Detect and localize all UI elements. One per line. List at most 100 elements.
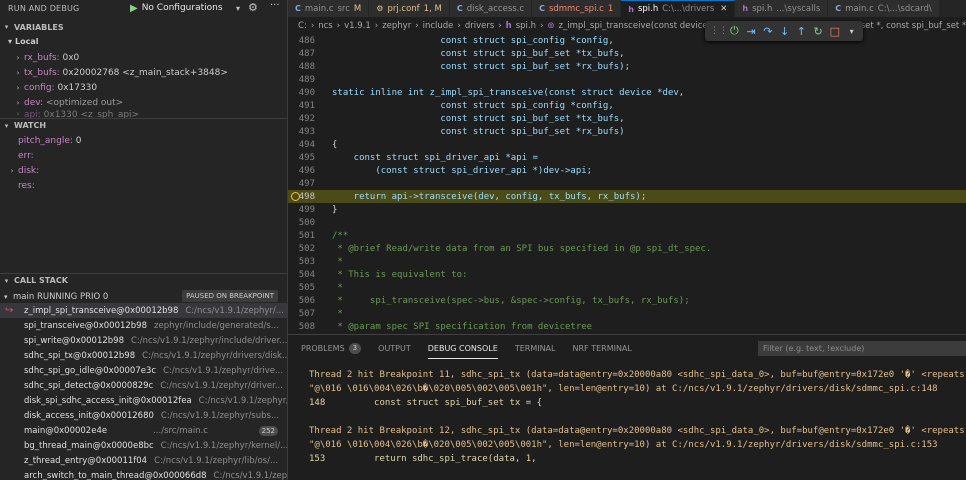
code-line[interactable]: 503 * xyxy=(288,255,966,268)
watch-section-header[interactable]: ▾ WATCH xyxy=(0,118,287,132)
line-number: 501 xyxy=(298,230,315,241)
tab-spi-h-syscalls[interactable]: h spi.h ...\syscalls xyxy=(735,0,829,17)
chevron-right-icon[interactable]: › xyxy=(6,167,18,175)
stack-frame[interactable]: sdhc_spi_tx@0x00012b98 C:/ncs/v1.9.1/zep… xyxy=(0,348,287,363)
chevron-right-icon[interactable]: › xyxy=(12,99,24,107)
breadcrumb-item[interactable]: ncs xyxy=(318,21,333,31)
stack-frame[interactable]: spi_transceive@0x00012b98 zephyr/include… xyxy=(0,318,287,333)
variables-section-header[interactable]: ▾ VARIABLES xyxy=(0,20,287,34)
stack-frame[interactable]: spi_write@0x00012b98 C:/ncs/v1.9.1/zephy… xyxy=(0,333,287,348)
tab-problems[interactable]: PROBLEMS 3 xyxy=(301,335,362,361)
code-editor[interactable]: 486 const struct spi_config *config, 487 … xyxy=(288,34,966,334)
line-number: 497 xyxy=(298,178,315,189)
tab-prj-conf[interactable]: ⚙ prj.conf 1, M xyxy=(369,0,450,17)
code-line[interactable]: 505 * xyxy=(288,281,966,294)
breadcrumb-item[interactable]: v1.9.1 xyxy=(344,21,371,31)
tab-nrf-terminal[interactable]: NRF TERMINAL xyxy=(573,335,632,361)
call-stack-section-header[interactable]: ▾ CALL STACK xyxy=(0,273,287,287)
code-line[interactable]: 508 * @param spec SPI specification from… xyxy=(288,320,966,333)
chevron-right-icon[interactable]: › xyxy=(12,54,24,62)
chevron-right-icon[interactable]: › xyxy=(12,69,24,77)
code-line[interactable]: 487 const struct spi_buf_set *tx_bufs, xyxy=(288,47,966,60)
code-line[interactable]: 507 * xyxy=(288,307,966,320)
code-line[interactable]: 501 /** xyxy=(288,229,966,242)
chevron-down-icon: ▾ xyxy=(4,121,9,130)
watch-row[interactable]: err: xyxy=(0,148,287,163)
variable-row[interactable]: › config: 0x17330 xyxy=(0,80,287,95)
start-debugging-icon[interactable]: ▶ xyxy=(130,3,138,14)
more-actions-icon[interactable]: ··· xyxy=(270,0,280,11)
chevron-right-icon[interactable]: › xyxy=(12,84,24,92)
line-number: 487 xyxy=(298,48,315,59)
watch-row[interactable]: pitch_angle: 0 xyxy=(0,133,287,148)
tab-spi-h-drivers[interactable]: h spi.h C:\...\drivers ✕ xyxy=(621,0,736,17)
code-line[interactable]: 489 xyxy=(288,73,966,86)
tab-debug-console[interactable]: DEBUG CONSOLE xyxy=(427,335,498,361)
configuration-dropdown[interactable]: ▶ No Configurations ▾ xyxy=(130,1,240,15)
tab-main-c-sdcard[interactable]: C main.c C:\...\sdcard\ xyxy=(828,0,940,17)
tab-disk-access-c[interactable]: C disk_access.c xyxy=(449,0,533,17)
tab-sdmmc-spi-c[interactable]: C sdmmc_spi.c 1 xyxy=(532,0,622,17)
breadcrumb-item[interactable]: drivers xyxy=(465,21,494,31)
chevron-down-icon[interactable]: ▾ xyxy=(236,4,240,13)
gear-icon[interactable]: ⚙ xyxy=(248,1,258,14)
watch-row[interactable]: › disk: xyxy=(0,163,287,178)
stack-frame[interactable]: bg_thread_main@0x0000e8bc C:/ncs/v1.9.1/… xyxy=(0,438,287,453)
stack-frame[interactable]: disk_access_init@0x00012680 C:/ncs/v1.9.… xyxy=(0,408,287,423)
line-number: 506 xyxy=(298,295,315,306)
breadcrumb-item[interactable]: zephyr xyxy=(382,21,411,31)
code-line[interactable]: 490 static inline int z_impl_spi_transcei… xyxy=(288,86,966,99)
stack-frame[interactable]: z_thread_entry@0x00011f04 C:/ncs/v1.9.1/… xyxy=(0,453,287,468)
breadcrumb-item[interactable]: C: xyxy=(298,21,307,31)
code-line[interactable]: 492 const struct spi_buf_set *tx_bufs, xyxy=(288,112,966,125)
tab-output[interactable]: OUTPUT xyxy=(378,335,411,361)
variable-row[interactable]: › tx_bufs: 0x20002768 <z_main_stack+3848… xyxy=(0,65,287,80)
code-line[interactable]: 502 * @brief Read/write data from an SPI… xyxy=(288,242,966,255)
variable-row[interactable]: › dev: <optimized out> xyxy=(0,95,287,110)
watch-name: pitch_angle: xyxy=(18,135,73,146)
watch-row[interactable]: res: xyxy=(0,178,287,193)
stack-frame[interactable]: sdhc_spi_go_idle@0x00007e3c C:/ncs/v1.9.… xyxy=(0,363,287,378)
local-scope[interactable]: ▾ Local xyxy=(8,37,39,46)
stack-frame[interactable]: main@0x00002e4e .../src/main.c 252 xyxy=(0,423,287,438)
code-line[interactable]: 494 { xyxy=(288,138,966,151)
breadcrumb-item[interactable]: include xyxy=(423,21,454,31)
breadcrumb-item[interactable]: spi.h xyxy=(516,21,536,31)
filter-input[interactable]: Filter (e.g. text, !exclude) xyxy=(758,341,966,356)
thread-row[interactable]: ▾ main RUNNING PRIO 0 PAUSED ON BREAKPOI… xyxy=(4,290,284,303)
stack-frame[interactable]: ↪ z_impl_spi_transceive@0x00012b98 C:/nc… xyxy=(0,303,287,318)
code-line[interactable]: 486 const struct spi_config *config, xyxy=(288,34,966,47)
breakpoint-icon[interactable] xyxy=(291,192,300,201)
line-text: const struct spi_buf_set *tx_bufs, xyxy=(332,113,625,124)
close-icon[interactable]: ✕ xyxy=(720,4,727,14)
current-line[interactable]: 498 return api->transceive(dev, config, … xyxy=(288,190,966,203)
watch-name: res: xyxy=(18,180,35,191)
stack-frame[interactable]: disk_spi_sdhc_access_init@0x00012fea C:/… xyxy=(0,393,287,408)
code-line[interactable]: 496 (const struct spi_driver_api *)dev->… xyxy=(288,164,966,177)
frame-path: zephyr/include/generated/s... xyxy=(154,320,279,331)
stack-frame[interactable]: arch_switch_to_main_thread@0x000066d8 C:… xyxy=(0,468,287,480)
code-line[interactable]: 491 const struct spi_config *config, xyxy=(288,99,966,112)
code-line[interactable]: 493 const struct spi_buf_set *rx_bufs) xyxy=(288,125,966,138)
chevron-right-icon: › xyxy=(457,20,461,31)
code-line[interactable]: 499} xyxy=(288,203,966,216)
line-number: 505 xyxy=(298,282,315,293)
variable-row[interactable]: › rx_bufs: 0x0 xyxy=(0,50,287,65)
code-line[interactable]: 504 * This is equivalent to: xyxy=(288,268,966,281)
tab-main-c-src[interactable]: C main.c src M xyxy=(288,0,370,17)
tab-terminal[interactable]: TERMINAL xyxy=(515,335,556,361)
line-number: 490 xyxy=(298,87,315,98)
code-line[interactable]: 497 xyxy=(288,177,966,190)
variable-row[interactable]: › api: 0x1330 <z_sph_api> xyxy=(0,110,287,118)
code-line[interactable]: 506 * spi_transceive(spec->bus, &spec->c… xyxy=(288,294,966,307)
c-file-icon: C xyxy=(835,4,842,13)
code-line[interactable]: 500 xyxy=(288,216,966,229)
chevron-right-icon[interactable]: › xyxy=(12,110,24,118)
frame-path: C:/ncs/v1.9.1/zephyr/lib/os/... xyxy=(154,455,279,466)
chevron-right-icon: › xyxy=(374,20,379,31)
stack-frame[interactable]: sdhc_spi_detect@0x0000829c C:/ncs/v1.9.1… xyxy=(0,378,287,393)
code-line[interactable]: 495 const struct spi_driver_api *api = xyxy=(288,151,966,164)
editor-tabs: C main.c src M ⚙ prj.conf 1, M C disk_ac… xyxy=(288,0,966,17)
code-line[interactable]: 488 const struct spi_buf_set *rx_bufs); xyxy=(288,60,966,73)
frame-path: C:/ncs/v1.9.1/zephyr/drivers/disk... xyxy=(142,350,287,361)
